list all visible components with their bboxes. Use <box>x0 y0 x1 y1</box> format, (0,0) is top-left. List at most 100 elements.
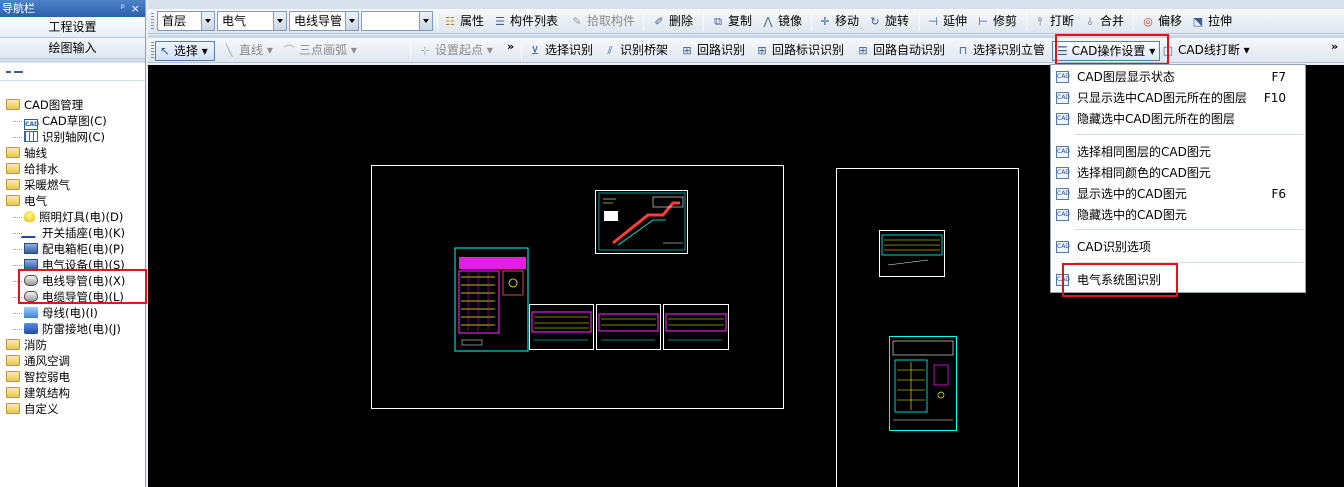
tree-item[interactable]: 防雷接地(电)(J) <box>0 321 145 337</box>
menu-item[interactable]: CAD 只显示选中CAD图元所在的图层 F10 <box>1051 88 1305 108</box>
tree-item[interactable]: 给排水 <box>0 161 145 177</box>
nav-project-settings[interactable]: 工程设置 <box>0 17 145 38</box>
tree-item[interactable]: 开关插座(电)(K) <box>0 225 145 241</box>
folder-icon <box>6 339 20 350</box>
tree-item[interactable]: CAD图管理 <box>0 97 145 113</box>
toolbar-separator <box>1133 13 1134 30</box>
tree-item-label: CAD图管理 <box>24 98 84 112</box>
menu-item[interactable]: CAD 显示选中的CAD图元 F6 <box>1051 184 1305 204</box>
select-button[interactable]: ↖ 选择 ▾ <box>155 41 215 61</box>
break-button[interactable]: ⫯ 打断 <box>1033 12 1074 31</box>
toolbar-grip[interactable] <box>151 13 154 30</box>
tree-item[interactable]: 电气设备(电)(S) <box>0 257 145 273</box>
vertical-pipe-icon: ⊓ <box>958 44 968 57</box>
tree-item-label: 开关插座(电)(K) <box>42 226 125 240</box>
tree-item-label: 电缆导管(电)(L) <box>42 290 124 304</box>
system-diagram-icon: CAD <box>1056 274 1070 286</box>
menu-item[interactable]: CAD 隐藏选中CAD图元所在的图层 <box>1051 109 1305 129</box>
trim-button[interactable]: ⊢ 修剪 <box>976 12 1017 31</box>
tree-item[interactable]: 配电箱柜(电)(P) <box>0 241 145 257</box>
tree-item[interactable]: 识别轴网(C) <box>0 129 145 145</box>
merge-button[interactable]: ⫰ 合并 <box>1083 12 1124 31</box>
tree-item-label: CAD草图(C) <box>42 114 107 128</box>
loop-label-recognize-button[interactable]: ⊞ 回路标识识别 <box>755 41 844 60</box>
set-origin-button[interactable]: ⊹ 设置起点 ▾ <box>418 41 492 60</box>
pick-component-button[interactable]: ✎ 拾取构件 <box>570 12 635 31</box>
cad-elevation-3 <box>663 304 729 350</box>
copy-icon: ⧉ <box>714 15 722 28</box>
chevron-down-icon <box>201 12 214 30</box>
properties-button[interactable]: ☷ 属性 <box>443 12 484 31</box>
tree-item-label: 建筑结构 <box>24 386 70 400</box>
tree-item[interactable]: 电缆导管(电)(L) <box>0 289 145 305</box>
copy-button[interactable]: ⧉ 复制 <box>711 12 752 31</box>
rotate-button[interactable]: ↻ 旋转 <box>868 12 909 31</box>
component-type-select[interactable]: 电线导管 <box>289 11 359 31</box>
loop-auto-recognize-button[interactable]: ⊞ 回路自动识别 <box>856 41 945 60</box>
component-select[interactable] <box>361 11 433 31</box>
cad-line-break-button[interactable]: ◫ CAD线打断 ▾ <box>1161 41 1250 60</box>
tree-item[interactable]: 智控弱电 <box>0 369 145 385</box>
tree-item-label: 电气 <box>24 194 47 208</box>
tree-item[interactable]: 电线导管(电)(X) <box>0 273 145 289</box>
pin-icon[interactable]: ᵖ <box>121 0 125 17</box>
tree-item[interactable]: CAD CAD草图(C) <box>0 113 145 130</box>
stretch-button[interactable]: ⬔ 拉伸 <box>1191 12 1232 31</box>
overflow-icon[interactable]: » <box>1331 40 1338 53</box>
list-icon: ☰ <box>495 15 505 28</box>
cad-elevation-1 <box>529 304 594 350</box>
cad-drawing-right-bottom <box>889 336 957 431</box>
toolbar-grip[interactable] <box>151 42 154 59</box>
discipline-select[interactable]: 电气 <box>217 11 287 31</box>
arc-button[interactable]: ⌒ 三点画弧 ▾ <box>282 41 357 60</box>
tree-item[interactable]: 建筑结构 <box>0 385 145 401</box>
conduit-icon <box>24 291 38 302</box>
menu-item[interactable]: CAD CAD识别选项 <box>1051 237 1305 257</box>
overflow-icon[interactable]: » <box>507 40 514 53</box>
loop-recognize-button[interactable]: ⊞ 回路识别 <box>680 41 745 60</box>
menu-item[interactable]: CAD 隐藏选中的CAD图元 <box>1051 205 1305 225</box>
offset-button[interactable]: ◎ 偏移 <box>1141 12 1182 31</box>
tree-toolbar <box>0 63 145 81</box>
cad-icon: CAD <box>1056 209 1070 221</box>
tree-item-label: 电气设备(电)(S) <box>42 258 125 272</box>
menu-item-label: CAD识别选项 <box>1077 240 1151 254</box>
tree-item[interactable]: 通风空调 <box>0 353 145 369</box>
loop-auto-icon: ⊞ <box>858 44 868 57</box>
nav-drawing-input[interactable]: 绘图输入 <box>0 38 145 59</box>
folder-icon <box>6 403 20 414</box>
tree-item[interactable]: 轴线 <box>0 145 145 161</box>
menu-item[interactable]: CAD CAD图层显示状态 F7 <box>1051 67 1305 87</box>
cad-operation-settings-button[interactable]: ☰ CAD操作设置 ▾ <box>1052 41 1160 61</box>
toolbar-separator <box>1026 13 1027 30</box>
nav-title-bar: 导航栏 ᵖ × <box>0 0 145 17</box>
menu-item[interactable]: CAD 选择相同颜色的CAD图元 <box>1051 163 1305 183</box>
distribution-box-icon <box>24 259 38 270</box>
collapse-icon[interactable] <box>6 71 11 73</box>
line-button[interactable]: ╲ 直线 ▾ <box>222 41 273 60</box>
extend-button[interactable]: ⊣ 延伸 <box>926 12 967 31</box>
move-button[interactable]: ✛ 移动 <box>818 12 859 31</box>
floor-select[interactable]: 首层 <box>157 11 215 31</box>
folder-icon <box>6 163 20 174</box>
tree-item-label: 识别轴网(C) <box>42 130 106 144</box>
component-list-button[interactable]: ☰ 构件列表 <box>493 12 558 31</box>
recognize-bridge-button[interactable]: ⫽ 识别桥架 <box>603 41 668 60</box>
mirror-button[interactable]: ⋀ 镜像 <box>761 12 802 31</box>
cursor-icon: ↖ <box>160 44 171 58</box>
menu-item[interactable]: CAD 选择相同图层的CAD图元 <box>1051 142 1305 162</box>
tree-item[interactable]: 电气 <box>0 193 145 209</box>
tree-item[interactable]: 母线(电)(I) <box>0 305 145 321</box>
delete-button[interactable]: ✐ 删除 <box>652 12 693 31</box>
tree-item[interactable]: 照明灯具(电)(D) <box>0 209 145 225</box>
tree-item[interactable]: 消防 <box>0 337 145 353</box>
expand-icon[interactable] <box>14 71 23 73</box>
sheet-frame-right <box>836 168 1019 487</box>
close-icon[interactable]: × <box>131 0 140 17</box>
select-vertical-pipe-button[interactable]: ⊓ 选择识别立管 <box>956 41 1045 60</box>
conduit-icon <box>24 275 38 286</box>
select-recognize-button[interactable]: ⊻ 选择识别 <box>528 41 593 60</box>
menu-item[interactable]: CAD 电气系统图识别 <box>1051 270 1305 290</box>
tree-item[interactable]: 自定义 <box>0 401 145 417</box>
tree-item[interactable]: 采暖燃气 <box>0 177 145 193</box>
